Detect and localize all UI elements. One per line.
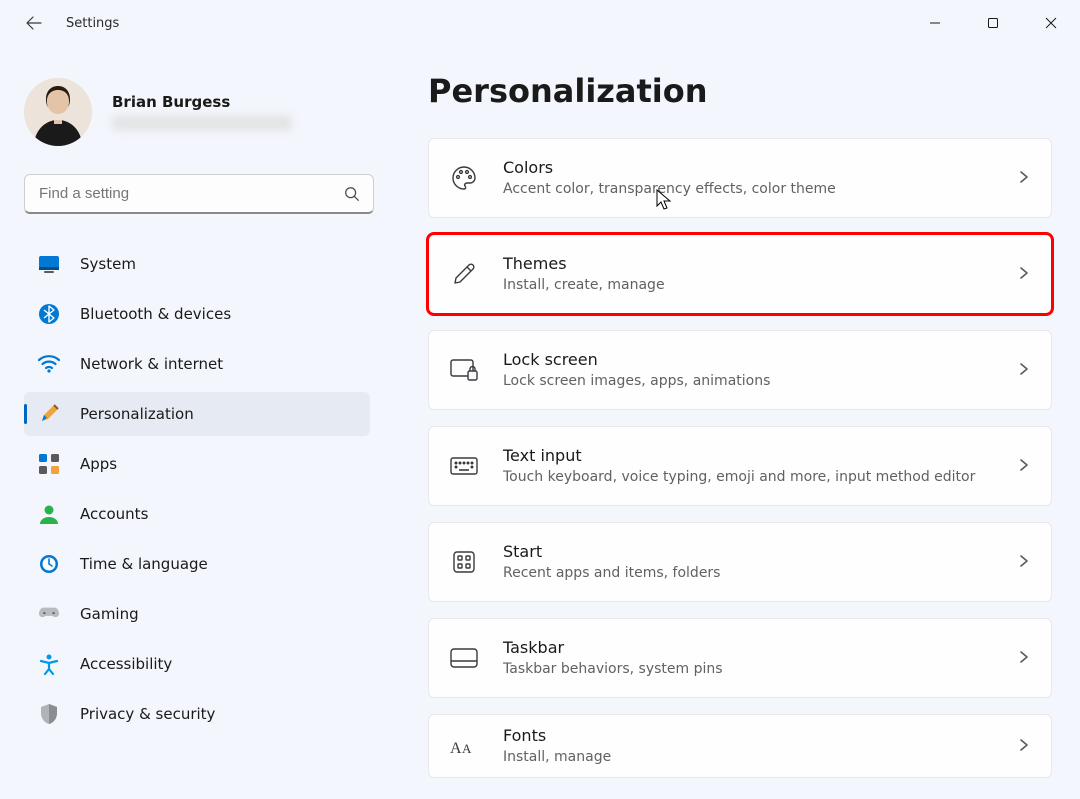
nav-item-time-language[interactable]: Time & language [24, 542, 370, 586]
nav-item-privacy[interactable]: Privacy & security [24, 692, 370, 736]
chevron-right-icon [1017, 737, 1031, 756]
card-subtitle: Recent apps and items, folders [503, 564, 1017, 582]
taskbar-icon [449, 643, 479, 673]
card-lock-screen[interactable]: Lock screen Lock screen images, apps, an… [428, 330, 1052, 410]
profile-email [112, 115, 292, 131]
card-start[interactable]: Start Recent apps and items, folders [428, 522, 1052, 602]
clock-globe-icon [38, 553, 60, 575]
shield-icon [38, 703, 60, 725]
fonts-icon: AA [449, 731, 479, 761]
chevron-right-icon [1017, 457, 1031, 476]
minimize-icon [929, 17, 941, 29]
svg-text:A: A [450, 740, 462, 757]
nav-item-label: Gaming [80, 605, 139, 623]
card-colors[interactable]: Colors Accent color, transparency effect… [428, 138, 1052, 218]
chevron-right-icon [1017, 361, 1031, 380]
nav-item-label: System [80, 255, 136, 273]
gamepad-icon [38, 603, 60, 625]
arrow-left-icon [26, 15, 42, 31]
card-fonts[interactable]: AA Fonts Install, manage [428, 714, 1052, 778]
window-close-button[interactable] [1022, 0, 1080, 46]
card-title: Colors [503, 158, 1017, 179]
start-icon [449, 547, 479, 577]
keyboard-icon [449, 451, 479, 481]
avatar [24, 78, 92, 146]
card-title: Text input [503, 446, 1017, 467]
card-subtitle: Accent color, transparency effects, colo… [503, 180, 1017, 198]
chevron-right-icon [1017, 265, 1031, 284]
sidebar: Brian Burgess System Bluet [0, 46, 398, 799]
nav-item-label: Apps [80, 455, 117, 473]
close-icon [1045, 17, 1057, 29]
pen-icon [449, 259, 479, 289]
card-title: Themes [503, 254, 1017, 275]
nav-item-label: Bluetooth & devices [80, 305, 231, 323]
nav-item-network[interactable]: Network & internet [24, 342, 370, 386]
nav-item-label: Personalization [80, 405, 194, 423]
lock-screen-icon [449, 355, 479, 385]
profile[interactable]: Brian Burgess [24, 78, 388, 146]
content-area: Personalization Colors Accent color, tra… [398, 46, 1080, 799]
wifi-icon [38, 353, 60, 375]
nav-item-label: Network & internet [80, 355, 223, 373]
card-subtitle: Touch keyboard, voice typing, emoji and … [503, 468, 1017, 486]
card-title: Fonts [503, 726, 1017, 747]
system-icon [38, 253, 60, 275]
nav-item-label: Accounts [80, 505, 148, 523]
svg-text:A: A [462, 741, 472, 756]
maximize-icon [987, 17, 999, 29]
nav-item-apps[interactable]: Apps [24, 442, 370, 486]
search-box[interactable] [24, 174, 374, 214]
card-subtitle: Lock screen images, apps, animations [503, 372, 1017, 390]
search-input[interactable] [37, 184, 343, 203]
card-subtitle: Install, create, manage [503, 276, 1017, 294]
nav-item-label: Time & language [80, 555, 208, 573]
nav-item-label: Privacy & security [80, 705, 215, 723]
chevron-right-icon [1017, 553, 1031, 572]
titlebar: Settings [0, 0, 1080, 46]
nav-item-system[interactable]: System [24, 242, 370, 286]
accessibility-icon [38, 653, 60, 675]
nav-item-accessibility[interactable]: Accessibility [24, 642, 370, 686]
card-title: Start [503, 542, 1017, 563]
profile-name: Brian Burgess [112, 93, 292, 111]
card-title: Lock screen [503, 350, 1017, 371]
page-title: Personalization [428, 72, 1052, 110]
nav-item-personalization[interactable]: Personalization [24, 392, 370, 436]
nav-item-gaming[interactable]: Gaming [24, 592, 370, 636]
settings-cards: Colors Accent color, transparency effect… [428, 138, 1052, 790]
card-text-input[interactable]: Text input Touch keyboard, voice typing,… [428, 426, 1052, 506]
bluetooth-icon [38, 303, 60, 325]
card-themes[interactable]: Themes Install, create, manage [428, 234, 1052, 314]
palette-icon [449, 163, 479, 193]
chevron-right-icon [1017, 649, 1031, 668]
window-controls [906, 0, 1080, 46]
card-title: Taskbar [503, 638, 1017, 659]
sidebar-nav[interactable]: System Bluetooth & devices Network & int… [24, 242, 388, 772]
nav-item-accounts[interactable]: Accounts [24, 492, 370, 536]
paintbrush-icon [38, 403, 60, 425]
chevron-right-icon [1017, 169, 1031, 188]
nav-item-label: Accessibility [80, 655, 172, 673]
card-subtitle: Taskbar behaviors, system pins [503, 660, 1017, 678]
card-subtitle: Install, manage [503, 748, 1017, 766]
person-icon [38, 503, 60, 525]
window-title: Settings [66, 16, 119, 31]
apps-icon [38, 453, 60, 475]
nav-item-bluetooth[interactable]: Bluetooth & devices [24, 292, 370, 336]
back-button[interactable] [22, 11, 46, 35]
window-maximize-button[interactable] [964, 0, 1022, 46]
search-icon [343, 185, 361, 203]
card-taskbar[interactable]: Taskbar Taskbar behaviors, system pins [428, 618, 1052, 698]
window-minimize-button[interactable] [906, 0, 964, 46]
